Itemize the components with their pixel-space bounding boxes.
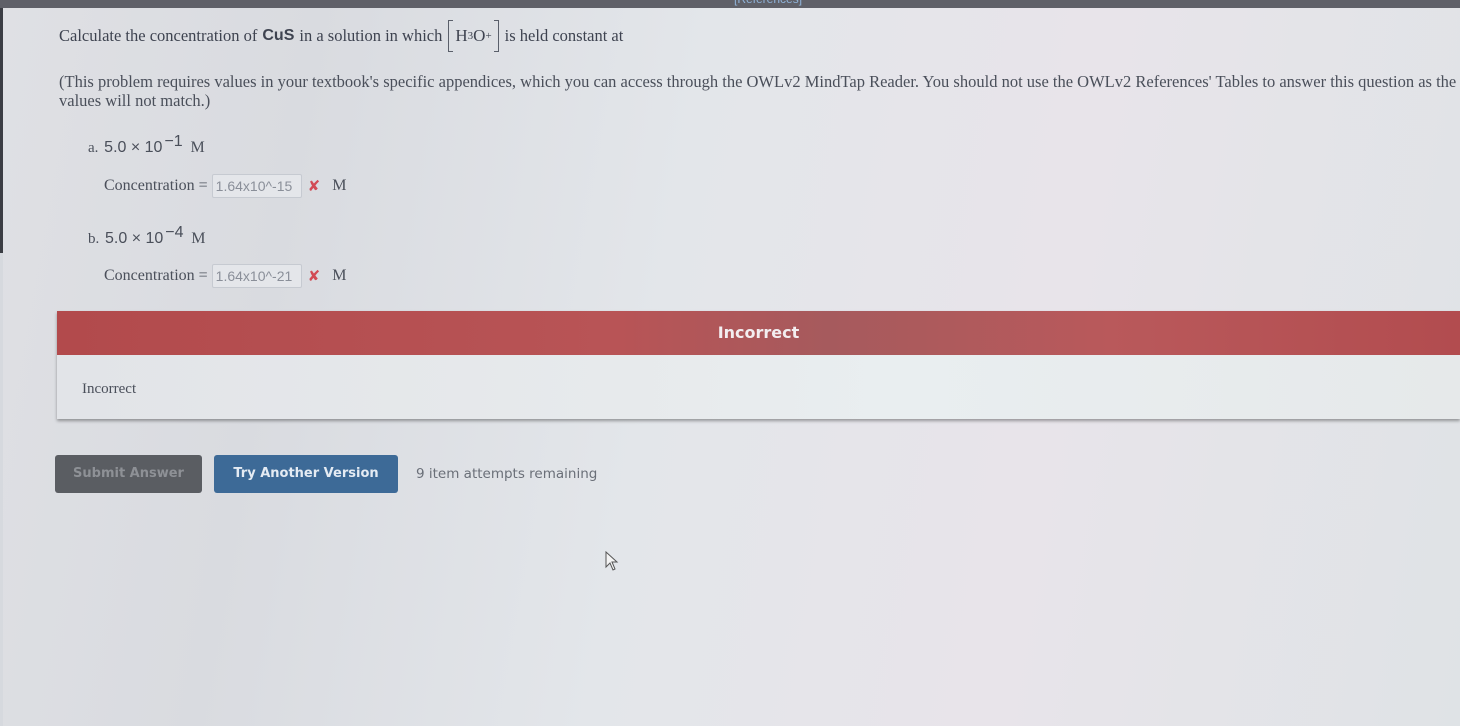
feedback-header: Incorrect: [57, 311, 1460, 355]
question-prefix: Calculate the concentration of: [59, 26, 258, 45]
feedback-body: Incorrect: [57, 355, 1460, 419]
concentration-input[interactable]: 1.64x10^-21: [211, 264, 302, 288]
mouse-pointer-icon: [605, 551, 619, 571]
right-bracket: [493, 20, 499, 52]
top-bar: [References]: [0, 0, 1460, 8]
instruction-note: (This problem requires values in your te…: [59, 72, 1457, 110]
feedback-message: Incorrect: [82, 381, 137, 397]
part-exponent: −1: [164, 133, 183, 150]
answer-unit: M: [332, 177, 347, 194]
part-unit: M: [191, 230, 206, 247]
part-a-label: a. 5.0 × 10 −1 M: [88, 133, 205, 157]
x-mark-icon: ✘: [307, 177, 321, 195]
part-exponent: −4: [165, 224, 184, 241]
concentration-label: Concentration =: [104, 267, 208, 284]
part-a-answer-row: Concentration = 1.64x10^-15 ✘ M: [104, 174, 346, 198]
references-link[interactable]: [References]: [734, 0, 802, 6]
part-letter: a.: [88, 140, 99, 156]
part-unit: M: [190, 139, 205, 156]
ion-o: O: [473, 26, 486, 45]
left-bracket: [448, 20, 454, 52]
question-middle: in a solution in which: [299, 26, 443, 45]
ion-charge: +: [485, 30, 492, 42]
part-value: 5.0 × 10: [105, 230, 164, 247]
ion-h: H: [455, 26, 468, 45]
try-another-version-button[interactable]: Try Another Version: [214, 455, 398, 493]
part-b-answer-row: Concentration = 1.64x10^-21 ✘ M: [104, 264, 346, 288]
part-value: 5.0 × 10: [104, 139, 163, 156]
submit-answer-button[interactable]: Submit Answer: [55, 455, 202, 493]
compound-formula: CuS: [262, 27, 295, 44]
question-suffix: is held constant at: [504, 26, 624, 45]
concentration-input[interactable]: 1.64x10^-15: [211, 174, 302, 198]
x-mark-icon: ✘: [307, 267, 321, 285]
hydronium-concentration: H 3 O +: [448, 20, 499, 52]
question-text: Calculate the concentration of CuS in a …: [59, 20, 623, 52]
part-letter: b.: [88, 231, 100, 247]
feedback-panel: Incorrect Incorrect: [57, 311, 1460, 419]
part-b-label: b. 5.0 × 10 −4 M: [88, 224, 206, 248]
concentration-label: Concentration =: [104, 177, 208, 194]
answer-unit: M: [332, 267, 347, 284]
attempts-remaining: 9 item attempts remaining: [416, 466, 598, 482]
